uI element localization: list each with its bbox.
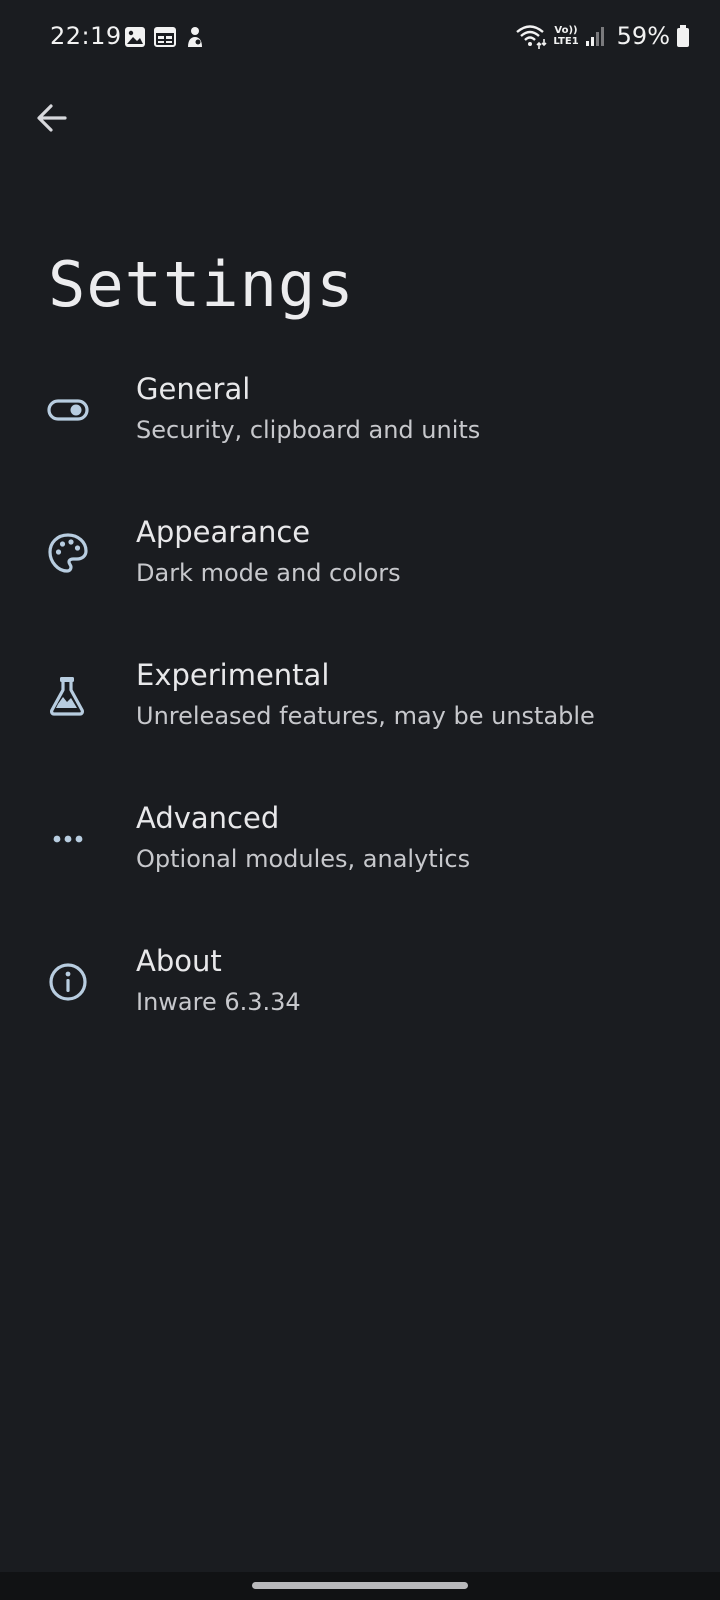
gallery-icon	[124, 26, 146, 48]
settings-item-subtitle: Optional modules, analytics	[136, 845, 471, 873]
settings-item-title: Appearance	[136, 515, 311, 549]
settings-item-general[interactable]: General Security, clipboard and units	[0, 352, 720, 495]
back-button[interactable]	[28, 96, 76, 144]
signal-icon	[585, 25, 605, 47]
settings-item-subtitle: Dark mode and colors	[136, 559, 401, 587]
page-title: Settings	[48, 248, 355, 321]
home-indicator[interactable]	[252, 1582, 468, 1589]
lte-label: LTE1	[553, 36, 579, 47]
flask-icon	[44, 672, 92, 720]
settings-item-subtitle: Unreleased features, may be unstable	[136, 702, 595, 730]
wifi-icon	[515, 23, 547, 49]
arrow-back-icon	[35, 101, 69, 139]
settings-item-title: General	[136, 372, 251, 406]
more-horizontal-icon	[44, 815, 92, 863]
notification-icons	[124, 26, 206, 48]
settings-item-advanced[interactable]: Advanced Optional modules, analytics	[0, 781, 720, 924]
navigation-bar	[0, 1572, 720, 1600]
palette-icon	[44, 529, 92, 577]
settings-item-appearance[interactable]: Appearance Dark mode and colors	[0, 495, 720, 638]
settings-item-title: Advanced	[136, 801, 280, 835]
person-icon	[184, 26, 206, 48]
settings-item-subtitle: Inware 6.3.34	[136, 988, 301, 1016]
status-time: 22:19	[50, 22, 122, 50]
settings-item-experimental[interactable]: Experimental Unreleased features, may be…	[0, 638, 720, 781]
settings-item-title: About	[136, 944, 222, 978]
toggle-icon	[44, 386, 92, 434]
calendar-icon	[154, 26, 176, 48]
volte-icon: Vo)) LTE1	[553, 25, 578, 47]
volte-label: Vo))	[554, 25, 578, 36]
system-status-icons: Vo)) LTE1 59%	[515, 22, 690, 50]
settings-item-title: Experimental	[136, 658, 330, 692]
settings-item-subtitle: Security, clipboard and units	[136, 416, 481, 444]
battery-icon	[676, 24, 690, 48]
status-bar: 22:19 Vo)) LTE1 59%	[0, 0, 720, 80]
settings-list: General Security, clipboard and units Ap…	[0, 352, 720, 1067]
info-icon	[44, 958, 92, 1006]
battery-percent: 59%	[616, 22, 670, 50]
settings-item-about[interactable]: About Inware 6.3.34	[0, 924, 720, 1067]
